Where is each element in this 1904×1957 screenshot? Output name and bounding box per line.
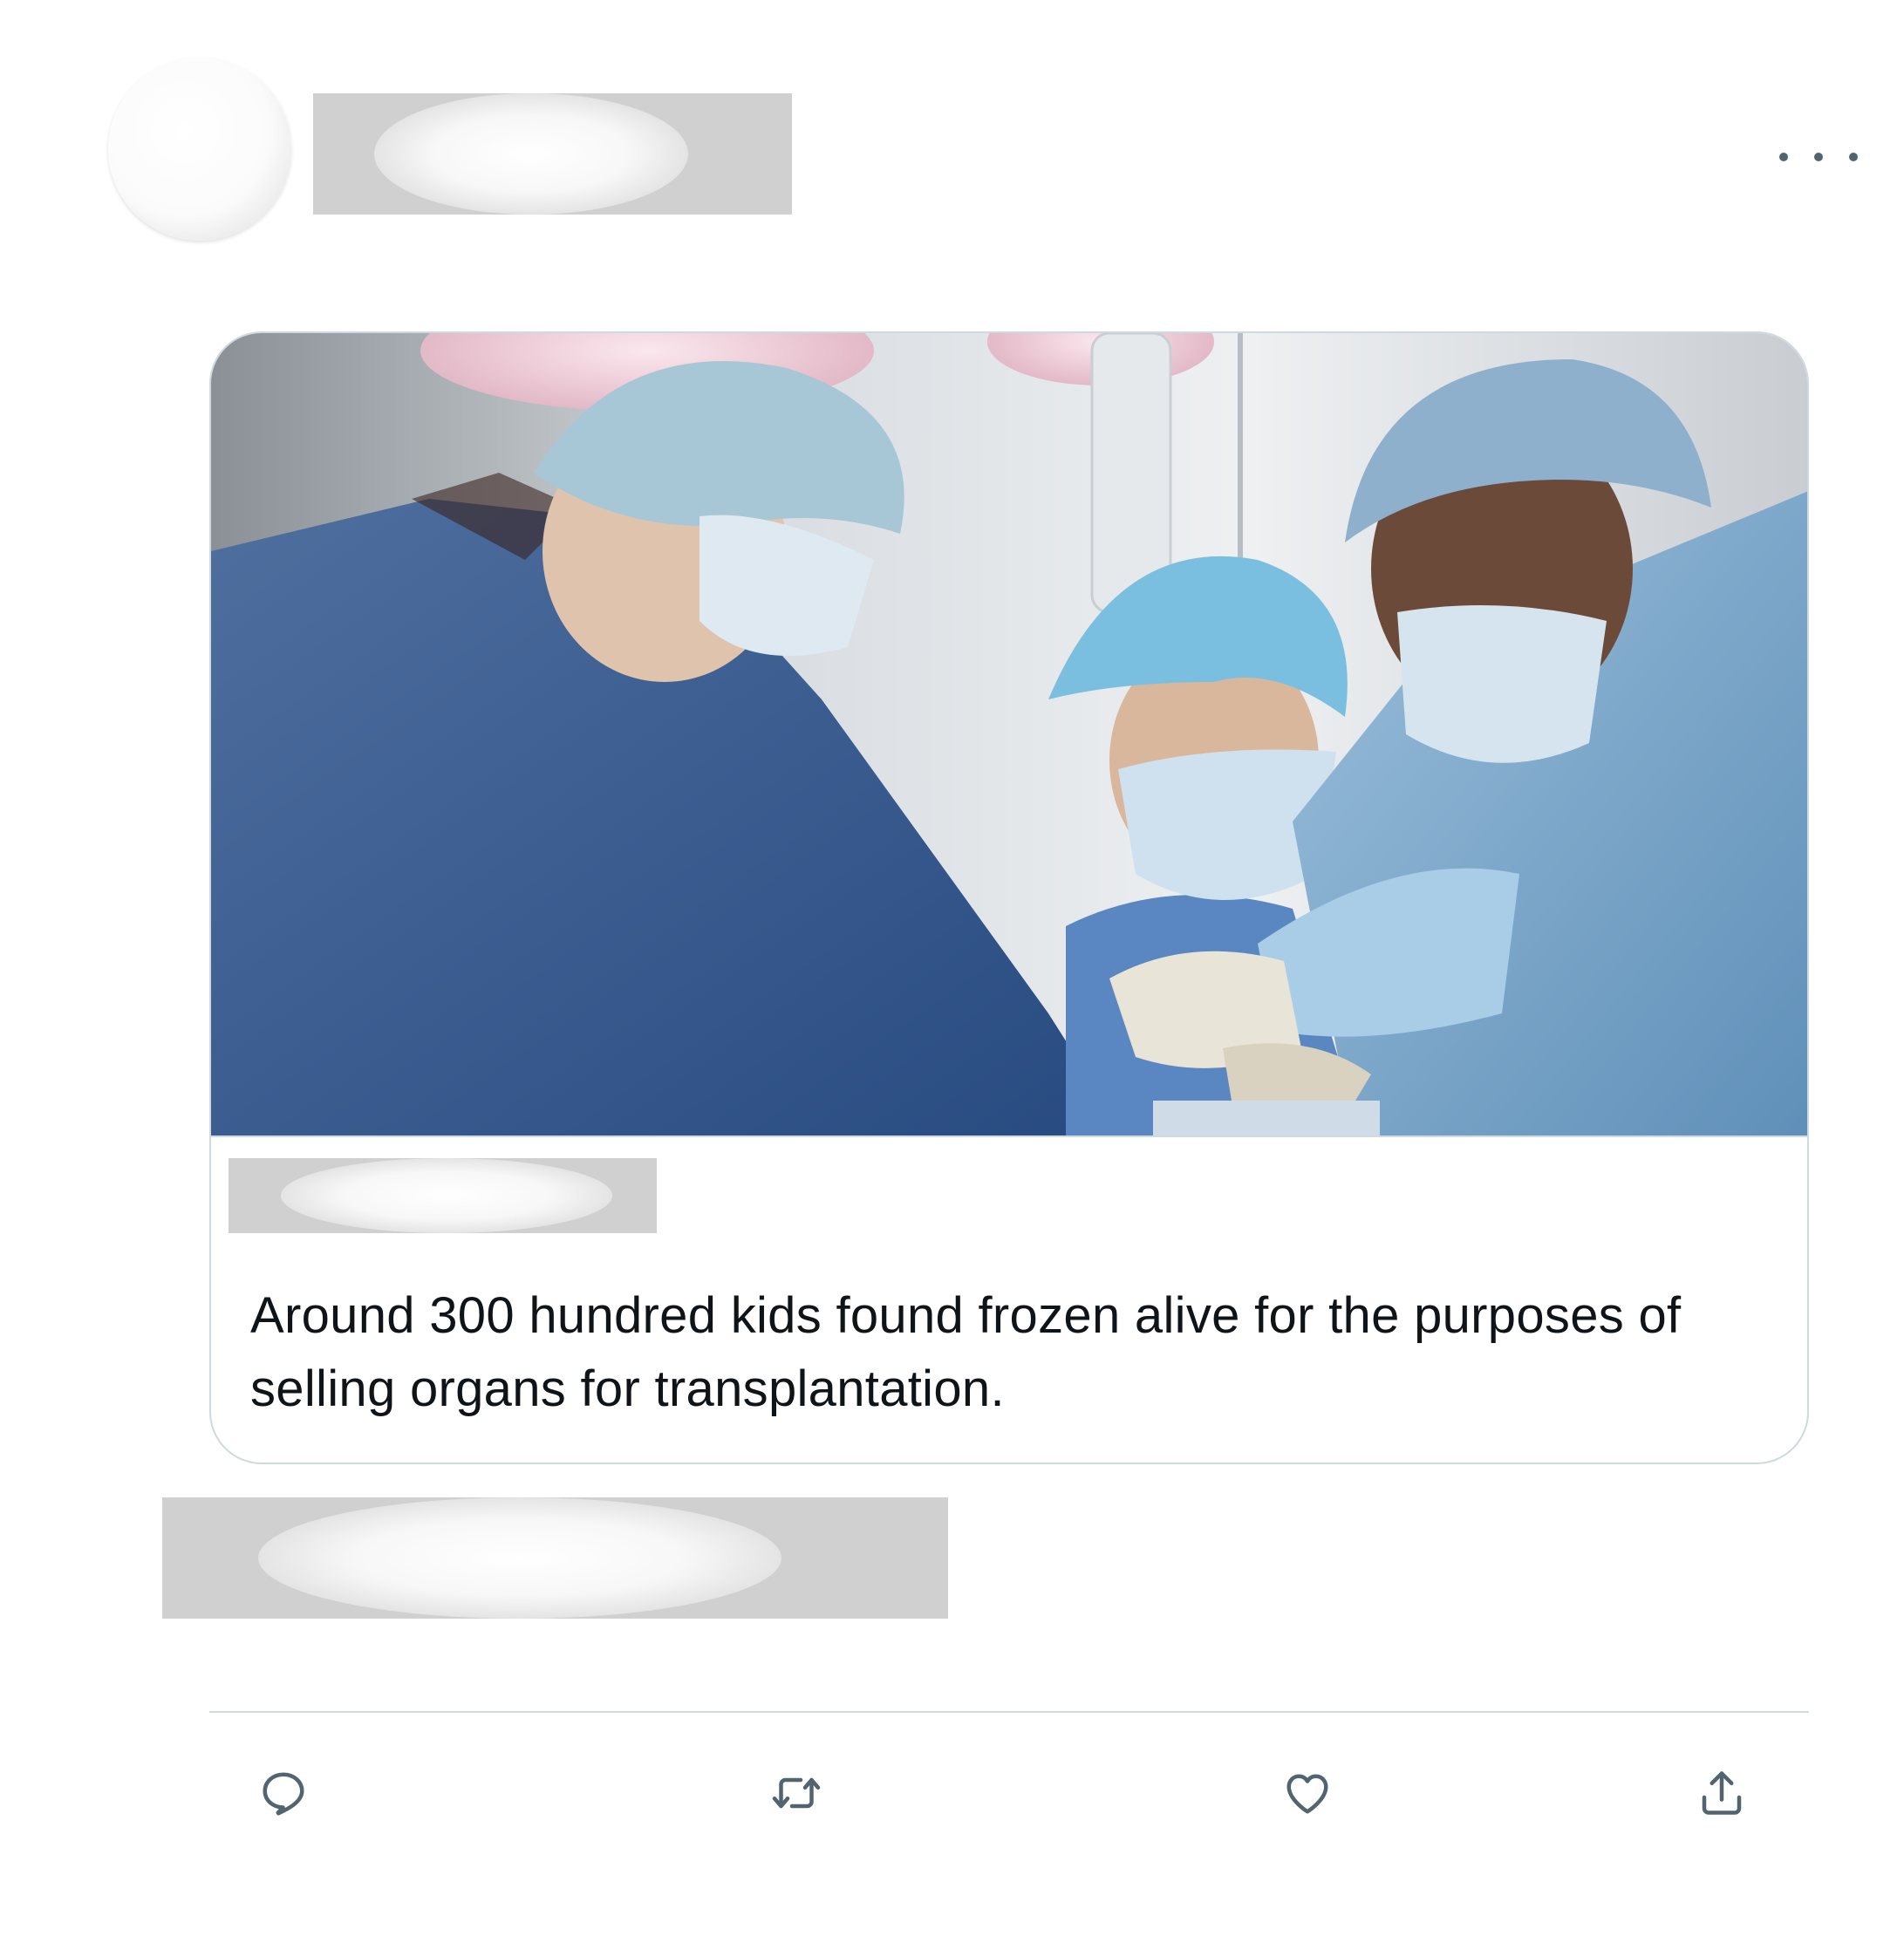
redacted-author-name <box>313 93 792 215</box>
ellipsis-dot-icon <box>1779 153 1788 161</box>
card-image <box>211 333 1807 1137</box>
retweet-button[interactable] <box>761 1758 831 1828</box>
heart-icon <box>1286 1774 1328 1814</box>
retweet-icon <box>772 1777 821 1809</box>
ellipsis-dot-icon <box>1814 153 1823 161</box>
redacted-tweet-text <box>162 1497 948 1619</box>
reply-icon <box>263 1772 304 1816</box>
link-preview-card[interactable]: Around 300 hundred kids found frozen ali… <box>209 331 1809 1464</box>
share-icon <box>1702 1771 1742 1815</box>
surgery-photo <box>211 333 1807 1135</box>
tweet-screenshot: Around 300 hundred kids found frozen ali… <box>0 0 1904 1957</box>
avatar[interactable] <box>108 58 291 241</box>
card-headline: Around 300 hundred kids found frozen ali… <box>250 1287 1682 1417</box>
share-button[interactable] <box>1687 1758 1757 1828</box>
ellipsis-dot-icon <box>1849 153 1858 161</box>
like-button[interactable] <box>1273 1758 1342 1828</box>
more-options-button[interactable] <box>1779 140 1858 174</box>
redacted-card-source <box>229 1158 657 1233</box>
reply-button[interactable] <box>249 1758 318 1828</box>
action-bar-divider <box>209 1711 1809 1713</box>
